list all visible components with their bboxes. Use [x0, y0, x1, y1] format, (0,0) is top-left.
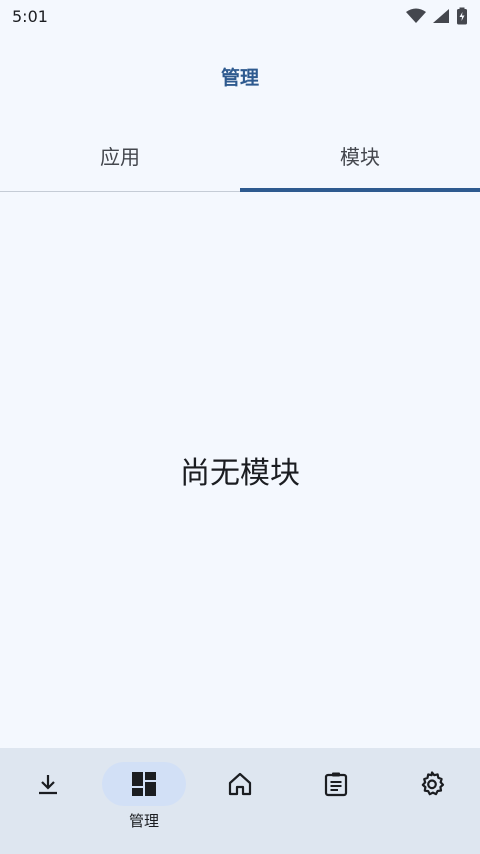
tab-bar: 应用 模块	[0, 120, 480, 192]
signal-icon	[432, 8, 450, 24]
bottom-navigation: 管理	[0, 748, 480, 854]
tab-label: 模块	[340, 145, 380, 169]
status-time: 5:01	[12, 6, 48, 26]
nav-item-download[interactable]	[0, 762, 96, 806]
nav-item-settings[interactable]	[384, 762, 480, 806]
nav-pill	[198, 762, 282, 806]
tab-label: 应用	[100, 145, 140, 169]
tab-modules[interactable]: 模块	[240, 120, 480, 192]
nav-item-home[interactable]	[192, 762, 288, 806]
wifi-icon	[406, 8, 426, 24]
status-icons	[406, 7, 468, 25]
clipboard-icon	[323, 771, 349, 797]
status-bar: 5:01	[0, 0, 480, 32]
nav-pill	[102, 762, 186, 806]
settings-icon	[419, 771, 445, 797]
empty-state: 尚无模块	[0, 440, 480, 500]
nav-item-logs[interactable]	[288, 762, 384, 806]
home-icon	[227, 771, 253, 797]
download-icon	[36, 772, 60, 796]
nav-label: 管理	[128, 812, 159, 830]
dashboard-icon	[131, 771, 157, 797]
tab-apps[interactable]: 应用	[0, 120, 240, 191]
page-title: 管理	[220, 66, 259, 89]
top-app-bar: 管理	[0, 56, 480, 96]
empty-message: 尚无模块	[180, 456, 300, 491]
nav-pill	[294, 762, 378, 806]
battery-charging-icon	[456, 7, 468, 25]
nav-pill	[6, 762, 90, 806]
nav-item-manage[interactable]: 管理	[96, 762, 192, 831]
nav-pill	[390, 762, 474, 806]
